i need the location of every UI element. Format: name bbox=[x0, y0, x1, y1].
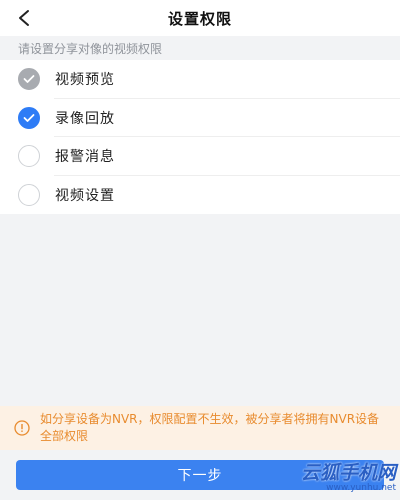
empty-circle-icon[interactable] bbox=[18, 145, 40, 168]
chevron-left-icon bbox=[19, 10, 29, 26]
notice-banner: 如分享设备为NVR，权限配置不生效，被分享者将拥有NVR设备全部权限 bbox=[0, 406, 400, 450]
permission-item-alarm-messages[interactable]: 报警消息 bbox=[0, 137, 400, 176]
page-title: 设置权限 bbox=[167, 9, 232, 28]
next-step-button[interactable]: 下一步 bbox=[16, 460, 384, 490]
permission-item-playback[interactable]: 录像回放 bbox=[0, 99, 400, 138]
check-circle-icon[interactable] bbox=[18, 106, 40, 129]
empty-circle-icon[interactable] bbox=[18, 183, 40, 206]
info-icon bbox=[14, 420, 30, 436]
header-bar: 设置权限 bbox=[0, 0, 400, 36]
permission-label: 录像回放 bbox=[55, 110, 115, 127]
section-hint: 请设置分享对像的视频权限 bbox=[18, 41, 163, 56]
notice-text: 如分享设备为NVR，权限配置不生效，被分享者将拥有NVR设备全部权限 bbox=[40, 412, 380, 443]
permission-label: 报警消息 bbox=[55, 149, 115, 166]
permission-label: 视频设置 bbox=[55, 187, 115, 204]
permission-item-video-settings[interactable]: 视频设置 bbox=[0, 176, 400, 215]
permission-list: 视频预览 录像回放 报警消息 视频设置 bbox=[0, 60, 400, 214]
check-circle-icon[interactable] bbox=[18, 68, 40, 91]
permission-label: 视频预览 bbox=[55, 72, 115, 89]
back-button[interactable] bbox=[10, 4, 38, 32]
permission-item-video-preview[interactable]: 视频预览 bbox=[0, 60, 400, 99]
